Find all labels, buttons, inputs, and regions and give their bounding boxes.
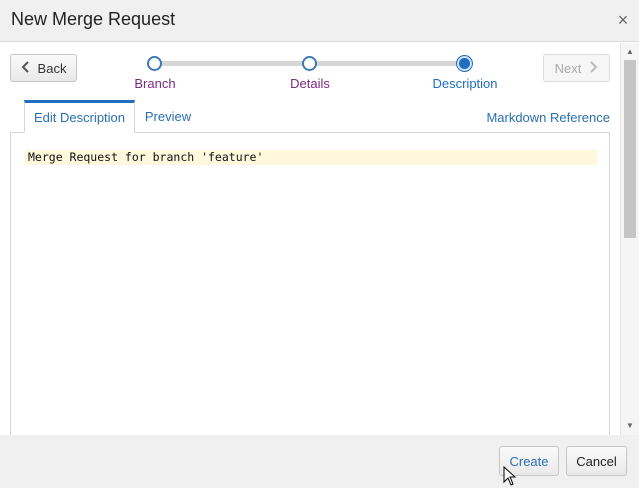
step-details-label[interactable]: Details [285, 76, 335, 91]
scroll-up-icon[interactable]: ▲ [621, 45, 639, 59]
tab-edit-description[interactable]: Edit Description [24, 100, 135, 133]
step-details-dot[interactable] [302, 56, 317, 71]
next-button[interactable]: Next [543, 54, 610, 82]
mouse-pointer-icon [503, 465, 517, 486]
scrollbar[interactable]: ▲ ▼ [620, 43, 639, 435]
editor-line[interactable]: Merge Request for branch 'feature' [25, 150, 597, 165]
back-button[interactable]: Back [10, 54, 77, 82]
markdown-reference-link[interactable]: Markdown Reference [486, 110, 610, 125]
close-icon[interactable]: × [613, 10, 633, 30]
step-description-dot[interactable] [457, 56, 472, 71]
dialog-title: New Merge Request [11, 9, 176, 29]
scroll-down-icon[interactable]: ▼ [621, 419, 639, 433]
step-branch-dot[interactable] [147, 56, 162, 71]
scroll-thumb[interactable] [624, 60, 636, 238]
cancel-button[interactable]: Cancel [566, 446, 627, 476]
dialog-header: New Merge Request × [0, 0, 639, 42]
back-label: Back [37, 60, 67, 76]
next-label: Next [554, 60, 582, 76]
description-editor[interactable]: Merge Request for branch 'feature' [10, 133, 610, 435]
tab-preview[interactable]: Preview [140, 100, 196, 133]
chevron-right-icon [589, 60, 598, 76]
chevron-left-icon [21, 60, 30, 76]
tab-bar: Edit Description Preview Markdown Refere… [10, 100, 610, 133]
step-description-label: Description [432, 76, 498, 91]
step-branch-label[interactable]: Branch [130, 76, 180, 91]
